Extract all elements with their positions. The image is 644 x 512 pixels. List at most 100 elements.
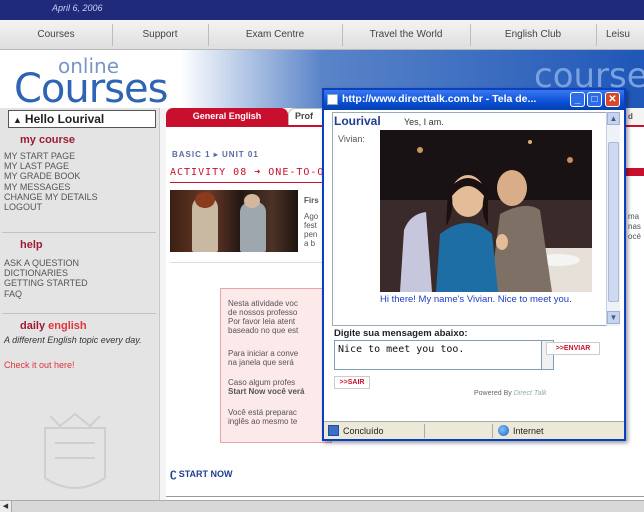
- close-icon[interactable]: ✕: [605, 92, 620, 107]
- start-now-label: START NOW: [178, 469, 233, 479]
- popup-title: http://www.directtalk.com.br - Tela de..…: [342, 93, 537, 105]
- date-label: April 6, 2006: [52, 3, 103, 13]
- internet-zone-icon: [498, 425, 509, 436]
- chat-user-message: Yes, I am.: [404, 117, 444, 127]
- nav-divider: [596, 24, 597, 46]
- instruction-line: inglês ao mesmo te: [228, 417, 298, 426]
- chat-tutor-name: Vivian:: [338, 134, 365, 144]
- instruction-line: Você está preparac: [228, 408, 297, 417]
- menu-faq[interactable]: FAQ: [4, 289, 88, 299]
- page-done-icon: [328, 425, 339, 436]
- chat-popup-window: http://www.directtalk.com.br - Tela de..…: [322, 88, 626, 441]
- daily-english-link[interactable]: Check it out here!: [4, 360, 75, 370]
- scroll-left-icon[interactable]: ◀: [0, 501, 12, 512]
- page-horizontal-scrollbar[interactable]: ◀: [0, 500, 644, 512]
- nav-english-club[interactable]: English Club: [470, 20, 596, 50]
- instruction-line: na janela que será: [228, 358, 294, 367]
- breadcrumb: BASIC 1 ▸ UNIT 01: [172, 150, 259, 159]
- status-divider: [492, 424, 493, 438]
- start-now-link[interactable]: ʗ START NOW: [170, 466, 233, 480]
- instruction-line: Por favor leia atent: [228, 317, 296, 326]
- security-zone-text: Internet: [513, 426, 544, 436]
- my-course-title: my course: [20, 134, 75, 146]
- content-bottom-line: [166, 496, 644, 497]
- tutor-photo: [380, 130, 592, 292]
- tab-general-english[interactable]: General English: [166, 108, 288, 125]
- instruction-line: Start Now você verá: [228, 387, 305, 396]
- activity-snippet-line: Firs: [304, 196, 319, 205]
- activity-snippet-line: Ago: [304, 212, 319, 221]
- sidebar-divider: [2, 313, 156, 314]
- activity-snippet-line: pen: [304, 230, 318, 239]
- menu-my-grade-book[interactable]: MY GRADE BOOK: [4, 171, 98, 181]
- instruction-line: de nossos professo: [228, 308, 298, 317]
- help-menu: ASK A QUESTION DICTIONARIES GETTING STAR…: [4, 258, 88, 299]
- top-date-bar: April 6, 2006: [0, 0, 644, 20]
- instruction-line: Nesta atividade voc: [228, 299, 298, 308]
- my-course-title-course: course: [38, 134, 76, 146]
- my-course-title-my: my: [20, 134, 36, 146]
- arrow-icon: ▲: [13, 115, 22, 125]
- menu-my-messages[interactable]: MY MESSAGES: [4, 182, 98, 192]
- nav-exam-centre[interactable]: Exam Centre: [208, 20, 342, 50]
- page-icon: [327, 94, 338, 105]
- popup-status-bar: Concluído Internet: [324, 421, 624, 439]
- minimize-icon[interactable]: _: [570, 92, 585, 107]
- instruction-line: Caso algum profes: [228, 378, 296, 387]
- exit-button[interactable]: >>SAIR: [334, 376, 370, 389]
- activity-photo: [170, 190, 298, 252]
- chat-tutor-message: Hi there! My name's Vivian. Nice to meet…: [380, 294, 572, 305]
- right-clipped-text: d: [628, 112, 633, 121]
- logo-courses-text[interactable]: Courses: [14, 66, 168, 112]
- menu-getting-started[interactable]: GETTING STARTED: [4, 278, 88, 288]
- nav-courses[interactable]: Courses: [0, 20, 112, 50]
- activity-snippet-line: fest: [304, 221, 317, 230]
- right-clipped-red-label: [626, 168, 644, 176]
- instruction-line: Para iniciar a conve: [228, 349, 299, 358]
- start-now-icon: ʗ: [170, 466, 177, 480]
- menu-dictionaries[interactable]: DICTIONARIES: [4, 268, 88, 278]
- daily-english-description: A different English topic every day.: [4, 335, 142, 345]
- photo-man-head: [244, 194, 260, 208]
- menu-my-last-page[interactable]: MY LAST PAGE: [4, 161, 98, 171]
- daily-english-title-english: english: [48, 320, 87, 332]
- tab-professional[interactable]: Prof: [288, 108, 326, 125]
- nav-travel-the-world[interactable]: Travel the World: [342, 20, 470, 50]
- nav-leisure[interactable]: Leisu: [606, 20, 644, 50]
- message-prompt-label: Digite sua mensagem abaixo:: [334, 328, 468, 339]
- menu-change-my-details[interactable]: CHANGE MY DETAILS: [4, 192, 98, 202]
- maximize-icon[interactable]: □: [587, 92, 602, 107]
- hello-user-label: Hello Lourival: [24, 112, 105, 126]
- activity-heading: ACTIVITY 08 ➜ ONE-TO-O: [170, 167, 325, 178]
- popup-titlebar[interactable]: http://www.directtalk.com.br - Tela de..…: [324, 90, 624, 110]
- instruction-line: baseado no que est: [228, 326, 299, 335]
- powered-by-text: Powered By: [474, 390, 512, 397]
- right-clipped-text: nas: [628, 222, 641, 231]
- send-button[interactable]: >>ENVIAR: [546, 342, 600, 355]
- powered-by-brand: Direct Talk: [513, 390, 547, 397]
- chat-vertical-scrollbar[interactable]: ▲ ▼: [606, 112, 620, 326]
- menu-my-start-page[interactable]: MY START PAGE: [4, 151, 98, 161]
- menu-ask-a-question[interactable]: ASK A QUESTION: [4, 258, 88, 268]
- scroll-up-icon[interactable]: ▲: [607, 112, 620, 125]
- scroll-thumb[interactable]: [608, 142, 619, 302]
- status-divider: [424, 424, 425, 438]
- chat-user-name: Lourival: [334, 114, 381, 128]
- coat-of-arms-watermark: [44, 412, 106, 489]
- scroll-down-icon[interactable]: ▼: [607, 311, 620, 324]
- menu-logout[interactable]: LOGOUT: [4, 202, 98, 212]
- powered-by-label: Powered By Direct Talk: [474, 390, 547, 397]
- right-clipped-text: océ: [628, 232, 641, 241]
- nav-support[interactable]: Support: [112, 20, 208, 50]
- main-navigation: Courses Support Exam Centre Travel the W…: [0, 20, 644, 50]
- daily-english-title: daily english: [20, 320, 87, 332]
- activity-underline: [170, 182, 330, 183]
- daily-english-title-daily: daily: [20, 320, 46, 332]
- photo-woman-head: [195, 192, 215, 208]
- help-title: help: [20, 239, 43, 251]
- my-course-menu: MY START PAGE MY LAST PAGE MY GRADE BOOK…: [4, 151, 98, 212]
- photo-man-figure: [240, 202, 266, 252]
- content-divider: [170, 262, 330, 263]
- message-input[interactable]: Nice to meet you too.: [334, 340, 542, 370]
- status-text: Concluído: [343, 426, 384, 436]
